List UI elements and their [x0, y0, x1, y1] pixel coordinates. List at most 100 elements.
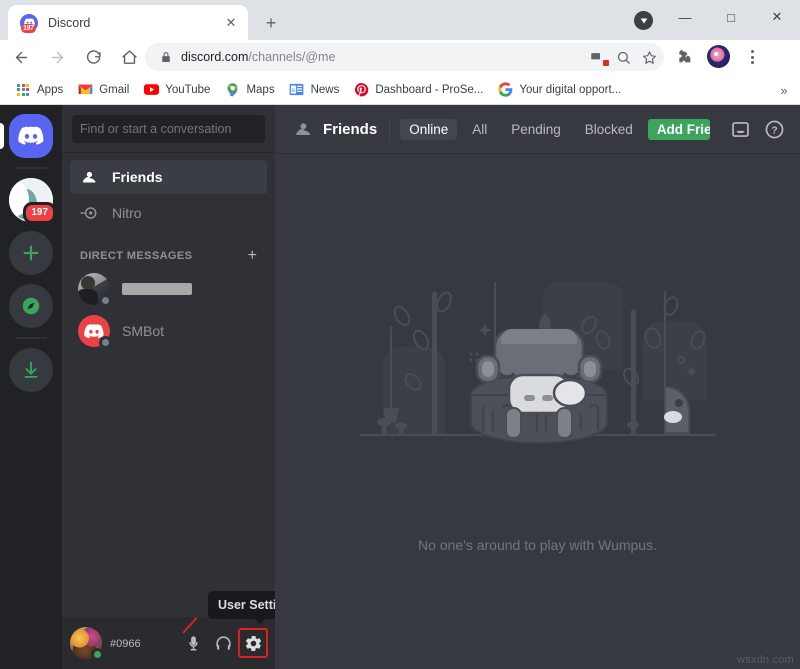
maximize-icon[interactable]: □: [708, 0, 754, 34]
bookmark-apps[interactable]: Apps: [8, 79, 70, 101]
user-discriminator: #0966: [110, 638, 141, 650]
bookmark-maps[interactable]: Maps: [217, 79, 281, 101]
news-icon: G: [289, 82, 305, 98]
search-input[interactable]: Find or start a conversation: [72, 115, 265, 143]
tab-online[interactable]: Online: [400, 119, 457, 140]
browser-tab-discord[interactable]: 197 Discord ✕: [8, 5, 248, 40]
bookmarks-bar: Apps Gmail YouTube Maps G News: [0, 75, 800, 105]
back-arrow-icon[interactable]: [6, 43, 36, 73]
maps-icon: [224, 82, 240, 98]
avatar: [78, 273, 110, 305]
omnibox-actions: [584, 44, 662, 70]
minimize-icon[interactable]: —: [662, 0, 708, 34]
empty-state-text: No one's around to play with Wumpus.: [418, 537, 657, 553]
sidebar-item-label: Nitro: [112, 205, 142, 221]
rail-divider: [15, 167, 47, 169]
avatar[interactable]: [70, 627, 102, 659]
header-divider: [389, 117, 390, 141]
reload-icon[interactable]: [78, 43, 108, 73]
gmail-icon: [77, 82, 93, 98]
youtube-icon: [143, 82, 159, 98]
avatar: [78, 315, 110, 347]
wumpus-illustration: [343, 270, 733, 525]
bookmark-news[interactable]: G News: [282, 79, 347, 101]
window-close-icon[interactable]: ✕: [754, 0, 800, 34]
tab-blocked[interactable]: Blocked: [576, 119, 642, 140]
apps-grid-icon: [15, 82, 31, 98]
friends-header: Friends Online All Pending Blocked Add F…: [275, 105, 800, 153]
gear-icon[interactable]: [239, 629, 267, 657]
lock-icon: [159, 51, 173, 63]
inbox-icon[interactable]: [728, 117, 752, 141]
url-path: /channels/@me: [248, 50, 335, 64]
explore-servers-button[interactable]: [9, 284, 53, 328]
bookmark-label: Apps: [37, 84, 63, 96]
headphones-icon[interactable]: [209, 629, 237, 657]
guild-rail: 197: [0, 105, 62, 669]
new-tab-button[interactable]: +: [258, 10, 284, 36]
cast-icon[interactable]: [584, 44, 610, 70]
empty-state: No one's around to play with Wumpus.: [275, 153, 800, 669]
bookmark-label: YouTube: [165, 84, 210, 96]
bookmarks-overflow-icon[interactable]: »: [774, 80, 794, 100]
dm-list: Friends Nitro DIRECT MESSAGES +: [62, 152, 275, 352]
dm-list-item[interactable]: SMBot: [70, 310, 267, 352]
guild-unread-badge: 197: [23, 202, 56, 224]
guild-home-button[interactable]: [9, 114, 53, 158]
bookmark-label: Maps: [246, 84, 274, 96]
close-icon[interactable]: ✕: [222, 14, 240, 32]
google-icon: [497, 82, 513, 98]
bookmark-label: Your digital opport...: [519, 84, 621, 96]
tab-pending[interactable]: Pending: [502, 119, 570, 140]
add-server-button[interactable]: [9, 231, 53, 275]
browser-window: 197 Discord ✕ + — □ ✕: [0, 0, 800, 669]
address-bar[interactable]: discord.com/channels/@me: [145, 43, 664, 71]
status-badge: [91, 648, 104, 661]
address-bar-url: discord.com/channels/@me: [181, 50, 335, 64]
profile-avatar[interactable]: [707, 45, 730, 68]
header-right-actions: ?: [728, 117, 792, 141]
bookmark-label: News: [311, 84, 340, 96]
user-name-block[interactable]: #0966: [110, 634, 179, 652]
discord-app: 197 Find or start a conversation: [0, 105, 800, 669]
bookmark-gmail[interactable]: Gmail: [70, 79, 136, 101]
dm-list-item[interactable]: [70, 268, 267, 310]
page-title: Friends: [323, 121, 377, 138]
bookmark-youtube[interactable]: YouTube: [136, 79, 217, 101]
friends-icon: [291, 118, 315, 140]
status-badge: [99, 294, 112, 307]
bookmark-star-icon[interactable]: [636, 44, 662, 70]
microphone-muted-icon[interactable]: [179, 629, 207, 657]
rail-divider-2: [15, 337, 47, 339]
sidebar-item-nitro[interactable]: Nitro: [70, 196, 267, 230]
forward-arrow-icon[interactable]: [42, 43, 72, 73]
add-friend-button[interactable]: Add Friend: [648, 119, 710, 140]
create-dm-icon[interactable]: +: [248, 248, 259, 264]
user-panel-actions: [179, 629, 267, 657]
dm-name-redacted: [122, 283, 192, 295]
search-icon[interactable]: [610, 44, 636, 70]
bookmark-dashboard-prose[interactable]: Dashboard - ProSe...: [346, 79, 490, 101]
chrome-menu-icon[interactable]: [740, 44, 764, 70]
dm-sidebar: Find or start a conversation Friends Nit…: [62, 105, 275, 669]
download-apps-button[interactable]: [9, 348, 53, 392]
mic-slash: [182, 617, 198, 634]
extensions-icon[interactable]: [673, 45, 697, 69]
pinterest-icon: [353, 82, 369, 98]
active-guild-indicator: [0, 123, 4, 149]
tab-strip: 197 Discord ✕ + — □ ✕: [0, 0, 800, 40]
svg-text:?: ?: [771, 124, 777, 136]
dm-name: SMBot: [122, 323, 164, 339]
window-controls: — □ ✕: [662, 0, 800, 40]
friends-icon: [78, 167, 100, 187]
sidebar-item-friends[interactable]: Friends: [70, 160, 267, 194]
bookmark-your-digital-opportunity[interactable]: Your digital opport...: [490, 79, 628, 101]
discord-favicon: 197: [20, 14, 38, 32]
tab-all[interactable]: All: [463, 119, 496, 140]
guild-server-item[interactable]: 197: [9, 178, 53, 222]
svg-text:G: G: [292, 87, 296, 92]
page-action-icon[interactable]: [634, 11, 653, 30]
help-icon[interactable]: ?: [762, 117, 786, 141]
nitro-icon: [78, 203, 100, 223]
home-icon[interactable]: [114, 43, 144, 73]
